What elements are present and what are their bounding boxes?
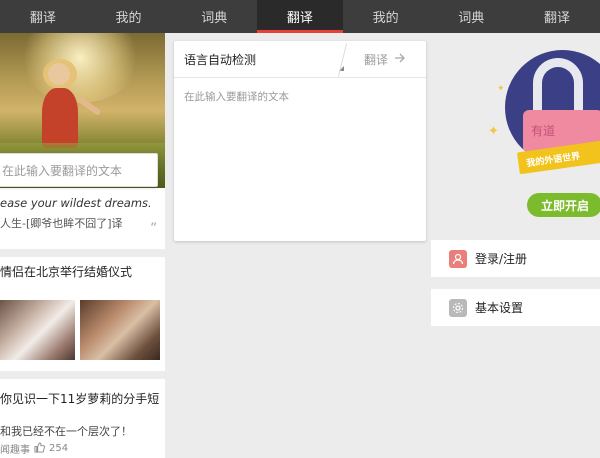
- tab-dictionary[interactable]: 词典: [428, 0, 514, 33]
- thumb-up-icon[interactable]: [34, 441, 45, 456]
- news-item-title[interactable]: 你见识一下11岁萝莉的分手短: [0, 390, 165, 407]
- divider: [0, 371, 165, 379]
- news-image[interactable]: [0, 300, 75, 360]
- language-select-label: 语言自动检测: [184, 52, 257, 67]
- basic-settings-label: 基本设置: [475, 301, 524, 315]
- tab-mine[interactable]: 我的: [86, 0, 172, 33]
- news-item-meta: 闻趣事 254: [0, 441, 165, 456]
- divider: [174, 77, 426, 78]
- daily-quote-english: ease your wildest dreams.: [0, 196, 152, 210]
- tab-translate[interactable]: 翻译: [0, 0, 86, 33]
- tab-translate-active[interactable]: 翻译: [257, 0, 343, 33]
- translate-text-input[interactable]: 在此输入要翻译的文本: [184, 89, 414, 104]
- translate-button-label: 翻译: [364, 52, 389, 67]
- arrow-right-icon: [394, 52, 406, 67]
- language-auto-detect-select[interactable]: 语言自动检测: [174, 41, 350, 77]
- login-register-item[interactable]: 登录/注册: [431, 240, 600, 277]
- tab-translate[interactable]: 翻译: [514, 0, 600, 33]
- news-item-summary: 和我已经不在一个层次了！: [0, 425, 132, 438]
- top-tab-bar: 翻译 我的 词典 翻译 我的 词典 翻译: [0, 0, 600, 33]
- login-register-label: 登录/注册: [475, 252, 528, 266]
- sparkle-icon: ✦: [488, 124, 499, 139]
- news-source: 闻趣事: [0, 445, 30, 456]
- start-now-button[interactable]: 立即开启: [527, 193, 600, 217]
- gear-icon: [449, 298, 467, 317]
- dictionary-search-input[interactable]: 在此输入要翻译的文本: [0, 153, 158, 187]
- tab-dictionary[interactable]: 词典: [171, 0, 257, 33]
- news-image[interactable]: [80, 300, 160, 360]
- dictionary-panel: 在此输入要翻译的文本 ease your wildest dreams. 人生-…: [0, 33, 165, 458]
- daily-quote-chinese: 人生-[卿爷也眸不囧了]译: [0, 217, 123, 230]
- like-count: 254: [49, 443, 69, 454]
- user-icon: [449, 249, 467, 268]
- tab-mine[interactable]: 我的: [343, 0, 429, 33]
- divider: [0, 249, 165, 257]
- quote-mark-icon: ”: [150, 221, 158, 237]
- sparkle-icon: ✦: [497, 84, 505, 94]
- padlock-text: 有道: [531, 124, 556, 138]
- news-item-title[interactable]: 情侣在北京举行结婚仪式: [0, 263, 165, 280]
- translate-button[interactable]: 翻译: [364, 41, 424, 77]
- basic-settings-item[interactable]: 基本设置: [431, 289, 600, 326]
- translate-card: 语言自动检测 翻译 在此输入要翻译的文本: [174, 41, 426, 241]
